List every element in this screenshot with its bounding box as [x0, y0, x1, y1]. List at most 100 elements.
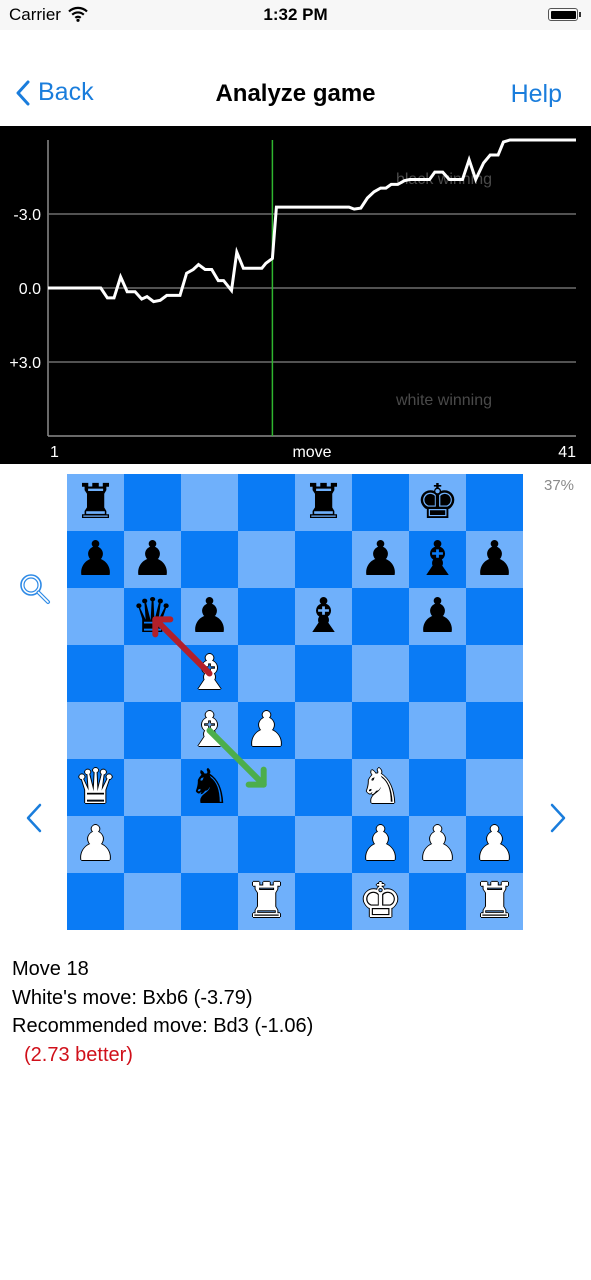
square-d1[interactable]: ♜: [238, 873, 295, 930]
square-b2[interactable]: [124, 816, 181, 873]
square-a4[interactable]: [67, 702, 124, 759]
square-g2[interactable]: ♟: [409, 816, 466, 873]
square-a3[interactable]: ♛: [67, 759, 124, 816]
square-e6[interactable]: ♝: [295, 588, 352, 645]
square-d6[interactable]: [238, 588, 295, 645]
square-g5[interactable]: [409, 645, 466, 702]
square-c8[interactable]: [181, 474, 238, 531]
square-f4[interactable]: [352, 702, 409, 759]
square-d8[interactable]: [238, 474, 295, 531]
black-queen-icon[interactable]: ♛: [131, 588, 174, 645]
black-bishop-icon[interactable]: ♝: [416, 531, 459, 588]
square-c3[interactable]: ♞: [181, 759, 238, 816]
square-h4[interactable]: [466, 702, 523, 759]
square-f3[interactable]: ♞: [352, 759, 409, 816]
square-d7[interactable]: [238, 531, 295, 588]
black-pawn-icon[interactable]: ♟: [188, 588, 231, 645]
square-h2[interactable]: ♟: [466, 816, 523, 873]
square-b3[interactable]: [124, 759, 181, 816]
square-c2[interactable]: [181, 816, 238, 873]
chess-board[interactable]: ♜ ♜ ♚ ♟ ♟ ♟ ♝ ♟ ♛ ♟ ♝ ♟ ♝ ♝ ♟ ♛ ♞ ♞ ♟ ♟ ♟ ♟ ♜ ♚ ♜: [67, 474, 523, 930]
square-a2[interactable]: ♟: [67, 816, 124, 873]
square-b8[interactable]: [124, 474, 181, 531]
square-g7[interactable]: ♝: [409, 531, 466, 588]
wifi-icon: [68, 6, 88, 27]
square-f6[interactable]: [352, 588, 409, 645]
zoom-button[interactable]: [18, 572, 52, 611]
square-e5[interactable]: [295, 645, 352, 702]
square-e1[interactable]: [295, 873, 352, 930]
black-rook-icon[interactable]: ♜: [74, 474, 117, 531]
black-pawn-icon[interactable]: ♟: [473, 531, 516, 588]
square-b4[interactable]: [124, 702, 181, 759]
black-pawn-icon[interactable]: ♟: [416, 588, 459, 645]
chevron-left-icon: [16, 80, 30, 105]
x-tick-label-start: 1: [50, 444, 59, 461]
evaluation-chart-svg[interactable]: black winning white winning -3.0 0.0 +3.…: [0, 126, 591, 464]
black-pawn-icon[interactable]: ♟: [359, 531, 402, 588]
square-a8[interactable]: ♜: [67, 474, 124, 531]
square-b1[interactable]: [124, 873, 181, 930]
black-rook-icon[interactable]: ♜: [302, 474, 345, 531]
black-knight-icon[interactable]: ♞: [188, 759, 231, 816]
evaluation-chart[interactable]: black winning white winning -3.0 0.0 +3.…: [0, 126, 591, 464]
back-button[interactable]: Back: [16, 78, 94, 107]
white-pawn-icon[interactable]: ♟: [359, 816, 402, 873]
square-h5[interactable]: [466, 645, 523, 702]
square-d2[interactable]: [238, 816, 295, 873]
white-pawn-icon[interactable]: ♟: [416, 816, 459, 873]
square-e3[interactable]: [295, 759, 352, 816]
square-h8[interactable]: [466, 474, 523, 531]
white-pawn-icon[interactable]: ♟: [245, 702, 288, 759]
black-king-icon[interactable]: ♚: [416, 474, 459, 531]
square-e4[interactable]: [295, 702, 352, 759]
square-g6[interactable]: ♟: [409, 588, 466, 645]
white-pawn-icon[interactable]: ♟: [473, 816, 516, 873]
square-h3[interactable]: [466, 759, 523, 816]
square-f2[interactable]: ♟: [352, 816, 409, 873]
square-a6[interactable]: [67, 588, 124, 645]
black-pawn-icon[interactable]: ♟: [74, 531, 117, 588]
square-d3[interactable]: [238, 759, 295, 816]
square-g8[interactable]: ♚: [409, 474, 466, 531]
black-pawn-icon[interactable]: ♟: [131, 531, 174, 588]
black-bishop-icon[interactable]: ♝: [302, 588, 345, 645]
square-c1[interactable]: [181, 873, 238, 930]
next-move-button[interactable]: [548, 802, 568, 839]
square-d5[interactable]: [238, 645, 295, 702]
square-g3[interactable]: [409, 759, 466, 816]
square-a5[interactable]: [67, 645, 124, 702]
white-bishop-icon[interactable]: ♝: [188, 645, 231, 702]
square-f8[interactable]: [352, 474, 409, 531]
white-bishop-icon[interactable]: ♝: [188, 702, 231, 759]
white-king-icon[interactable]: ♚: [359, 873, 402, 930]
white-knight-icon[interactable]: ♞: [359, 759, 402, 816]
square-a1[interactable]: [67, 873, 124, 930]
square-h7[interactable]: ♟: [466, 531, 523, 588]
square-b5[interactable]: [124, 645, 181, 702]
square-a7[interactable]: ♟: [67, 531, 124, 588]
square-h1[interactable]: ♜: [466, 873, 523, 930]
white-queen-icon[interactable]: ♛: [74, 759, 117, 816]
square-c5[interactable]: ♝: [181, 645, 238, 702]
previous-move-button[interactable]: [24, 802, 44, 839]
square-e7[interactable]: [295, 531, 352, 588]
square-c6[interactable]: ♟: [181, 588, 238, 645]
square-c4[interactable]: ♝: [181, 702, 238, 759]
white-rook-icon[interactable]: ♜: [245, 873, 288, 930]
square-g1[interactable]: [409, 873, 466, 930]
square-f7[interactable]: ♟: [352, 531, 409, 588]
square-e2[interactable]: [295, 816, 352, 873]
square-f1[interactable]: ♚: [352, 873, 409, 930]
white-pawn-icon[interactable]: ♟: [74, 816, 117, 873]
square-b7[interactable]: ♟: [124, 531, 181, 588]
white-rook-icon[interactable]: ♜: [473, 873, 516, 930]
square-c7[interactable]: [181, 531, 238, 588]
square-b6[interactable]: ♛: [124, 588, 181, 645]
help-button[interactable]: Help: [511, 80, 562, 109]
square-f5[interactable]: [352, 645, 409, 702]
square-h6[interactable]: [466, 588, 523, 645]
square-d4[interactable]: ♟: [238, 702, 295, 759]
square-g4[interactable]: [409, 702, 466, 759]
square-e8[interactable]: ♜: [295, 474, 352, 531]
